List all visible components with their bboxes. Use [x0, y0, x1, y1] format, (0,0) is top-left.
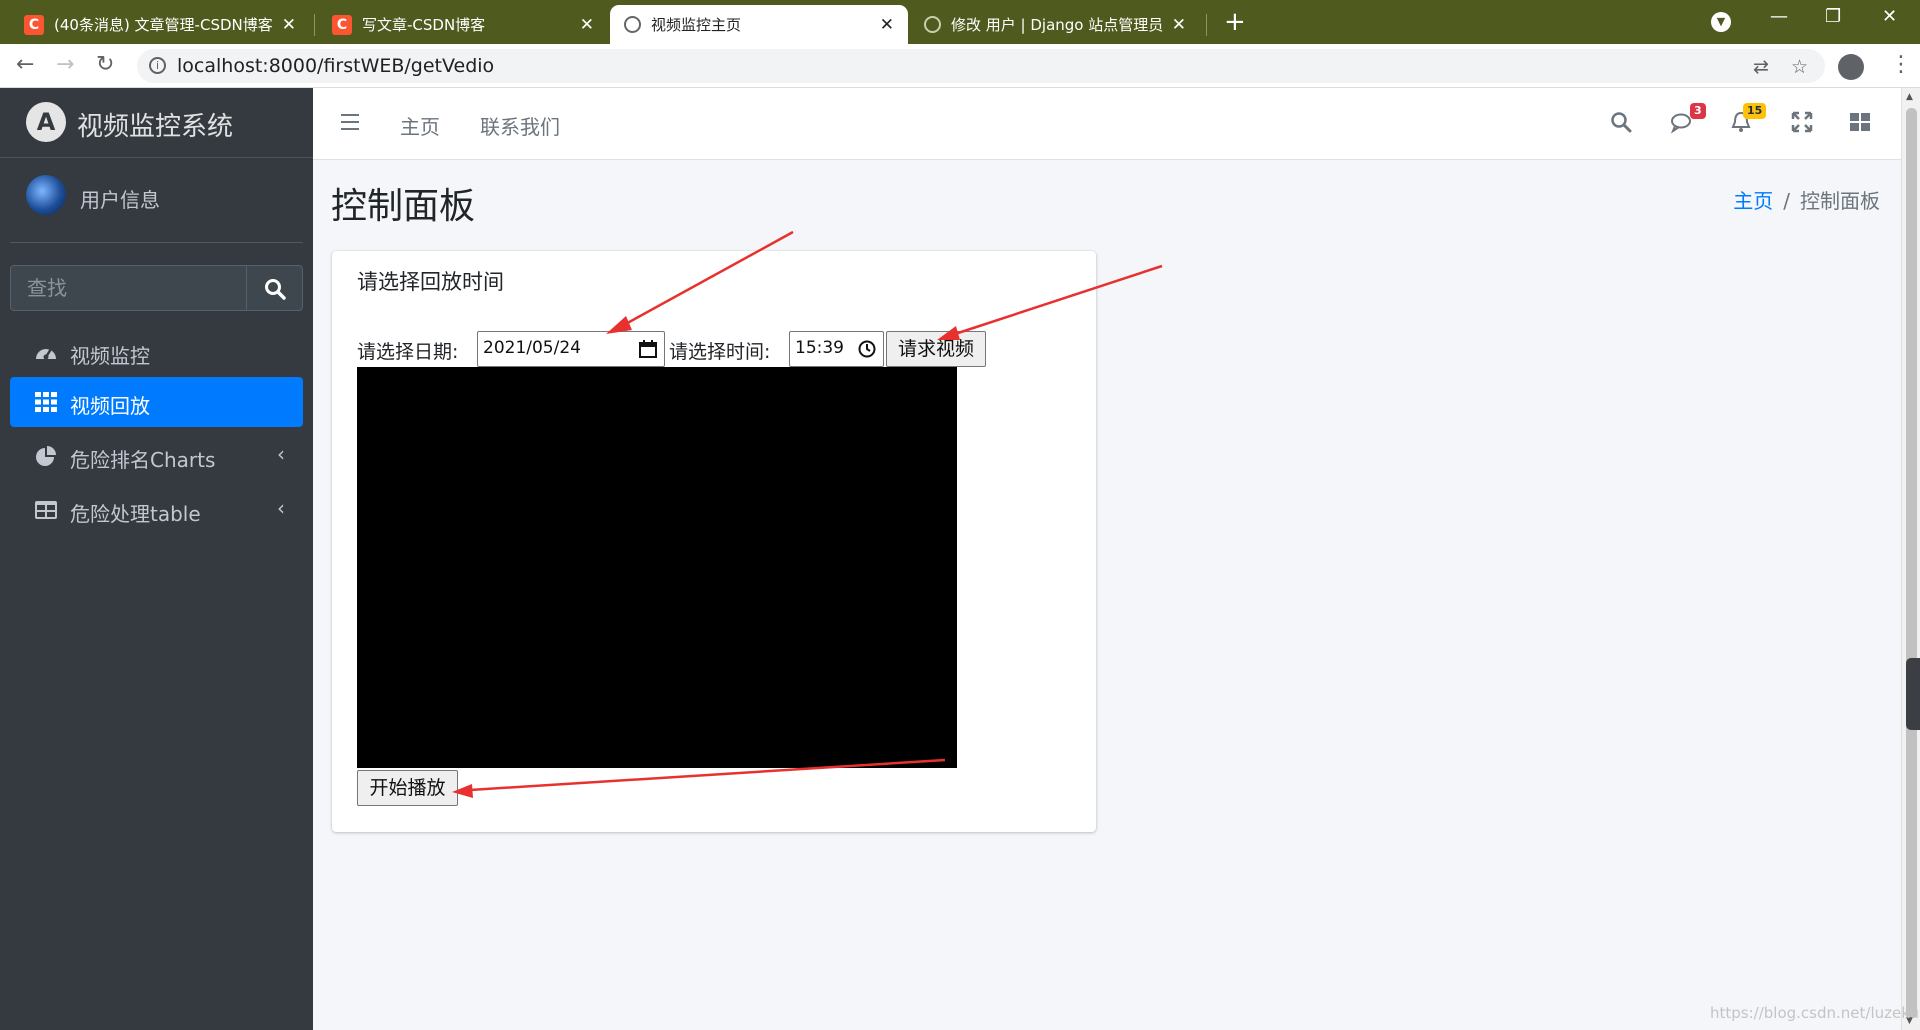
time-input[interactable]: 15:39 — [789, 331, 884, 367]
globe-icon — [624, 16, 641, 33]
user-name[interactable]: 用户信息 — [80, 184, 160, 213]
page-scrollbar[interactable]: ▲ ▼ — [1901, 88, 1920, 1030]
brand-link[interactable]: A 视频监控系统 — [0, 88, 313, 158]
translate-icon[interactable]: ⇄ — [1753, 56, 1769, 78]
browser-tab-csdn-articles[interactable]: C (40条消息) 文章管理-CSDN博客 ✕ — [10, 5, 310, 44]
watermark: https://blog.csdn.net/luzeku — [1710, 1004, 1919, 1022]
breadcrumb: 主页 / 控制面板 — [1733, 185, 1880, 214]
brand-logo-icon: A — [26, 102, 66, 142]
video-player[interactable] — [357, 367, 957, 768]
tab-label: 修改 用户 | Django 站点管理员 — [951, 16, 1164, 34]
tab-divider — [1206, 14, 1207, 36]
brand-title: 视频监控系统 — [77, 112, 234, 142]
sidebar-item-label: 视频监控 — [70, 344, 150, 368]
sidebar-item-danger-table[interactable]: 危险处理table ‹ — [10, 485, 303, 535]
fullscreen-icon[interactable] — [1791, 110, 1813, 134]
user-panel[interactable]: 用户信息 — [0, 158, 313, 244]
divider — [10, 242, 303, 243]
grid-icon — [35, 392, 57, 412]
sidebar-item-label: 视频回放 — [70, 394, 150, 418]
close-icon[interactable]: ✕ — [880, 15, 894, 35]
search-icon[interactable] — [1610, 110, 1632, 134]
sidebar-search-input[interactable] — [10, 265, 246, 311]
date-label: 请选择日期: — [357, 341, 459, 363]
tab-search-icon[interactable]: ▼ — [1711, 12, 1731, 32]
csdn-icon: C — [332, 14, 352, 35]
window-close-icon[interactable]: ✕ — [1882, 6, 1897, 27]
date-value: 2021/05/24 — [483, 338, 581, 358]
apps-grid-icon[interactable] — [1849, 110, 1871, 134]
close-icon[interactable]: ✕ — [282, 15, 296, 35]
chevron-left-icon: ‹ — [277, 496, 285, 520]
browser-menu-icon[interactable]: ⋮ — [1890, 52, 1912, 77]
bookmark-star-icon[interactable]: ☆ — [1791, 56, 1808, 78]
scroll-up-icon[interactable]: ▲ — [1906, 92, 1913, 102]
request-video-button[interactable]: 请求视频 — [886, 331, 986, 367]
floating-side-widget[interactable] — [1906, 658, 1920, 730]
globe-icon — [924, 16, 941, 33]
scrollbar-thumb[interactable] — [1906, 108, 1917, 1018]
date-input[interactable]: 2021/05/24 — [477, 331, 665, 367]
time-value: 15:39 — [795, 338, 844, 358]
user-avatar — [26, 175, 66, 215]
close-icon[interactable]: ✕ — [580, 15, 594, 35]
top-navbar: 主页 联系我们 3 15 — [313, 88, 1901, 160]
browser-toolbar: ← → ↻ i localhost:8000/firstWEB/getVedio… — [0, 44, 1920, 88]
calendar-icon[interactable] — [638, 339, 658, 359]
sidebar-item-danger-charts[interactable]: 危险排名Charts ‹ — [10, 431, 303, 481]
reload-icon[interactable]: ↻ — [96, 52, 114, 77]
tab-label: 写文章-CSDN博客 — [362, 16, 486, 34]
profile-avatar-icon[interactable] — [1838, 54, 1864, 80]
pie-chart-icon — [36, 446, 56, 466]
restore-icon[interactable]: ❐ — [1825, 6, 1841, 27]
sidebar-search — [10, 265, 303, 311]
sidebar-item-video-monitor[interactable]: 视频监控 — [10, 327, 303, 377]
breadcrumb-current: 控制面板 — [1800, 189, 1880, 213]
menu-toggle-icon[interactable] — [341, 114, 359, 130]
time-label: 请选择时间: — [669, 341, 771, 363]
sidebar-item-video-playback[interactable]: 视频回放 — [10, 377, 303, 427]
url-text[interactable]: localhost:8000/firstWEB/getVedio — [177, 55, 494, 77]
browser-tab-video-home[interactable]: 视频监控主页 ✕ — [610, 5, 908, 44]
search-icon — [264, 279, 286, 300]
info-icon[interactable]: i — [149, 57, 166, 74]
messages-badge: 3 — [1690, 103, 1706, 119]
breadcrumb-separator: / — [1783, 189, 1790, 213]
address-bar[interactable]: i localhost:8000/firstWEB/getVedio ⇄ ☆ — [137, 49, 1825, 83]
sidebar-item-label: 危险处理table — [70, 502, 201, 526]
playback-card: 请选择回放时间 请选择日期: 2021/05/24 请选择时间: 15:39 请… — [332, 251, 1096, 832]
sidebar: A 视频监控系统 用户信息 视频监控 视频回放 — [0, 88, 313, 1030]
start-playback-button[interactable]: 开始播放 — [357, 770, 458, 806]
forward-arrow-icon[interactable]: → — [56, 52, 74, 77]
nav-link-home[interactable]: 主页 — [400, 111, 440, 140]
dashboard-icon — [36, 348, 56, 360]
nav-link-contact[interactable]: 联系我们 — [480, 111, 560, 140]
notifications-badge: 15 — [1743, 103, 1767, 119]
browser-tab-django-admin[interactable]: 修改 用户 | Django 站点管理员 ✕ — [910, 5, 1200, 44]
browser-tab-bar: C (40条消息) 文章管理-CSDN博客 ✕ C 写文章-CSDN博客 ✕ 视… — [0, 0, 1920, 44]
card-title: 请选择回放时间 — [357, 270, 504, 294]
browser-tab-csdn-write[interactable]: C 写文章-CSDN博客 ✕ — [318, 5, 608, 44]
table-icon — [35, 501, 57, 519]
clock-icon[interactable] — [857, 339, 877, 359]
sidebar-search-button[interactable] — [246, 265, 303, 311]
new-tab-button[interactable]: + — [1224, 8, 1246, 36]
breadcrumb-home-link[interactable]: 主页 — [1733, 189, 1773, 213]
page-title: 控制面板 — [331, 186, 476, 227]
chevron-left-icon: ‹ — [277, 442, 285, 466]
tab-label: 视频监控主页 — [651, 16, 742, 34]
sidebar-item-label: 危险排名Charts — [70, 448, 216, 472]
tab-label: (40条消息) 文章管理-CSDN博客 — [54, 16, 273, 34]
tab-divider — [314, 14, 315, 36]
minimize-icon[interactable]: — — [1770, 6, 1788, 27]
back-arrow-icon[interactable]: ← — [16, 52, 34, 77]
close-icon[interactable]: ✕ — [1172, 15, 1186, 35]
csdn-icon: C — [24, 14, 44, 35]
